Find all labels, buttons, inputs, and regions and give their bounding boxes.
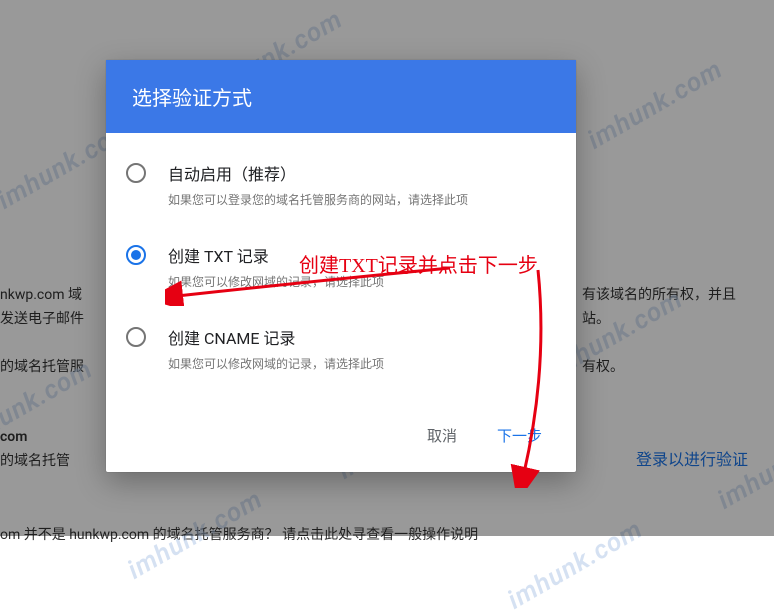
option-txt[interactable]: 创建 TXT 记录 如果您可以修改网域的记录，请选择此项 [126,243,556,291]
option-txt-desc: 如果您可以修改网域的记录，请选择此项 [168,273,556,291]
option-auto-desc: 如果您可以登录您的域名托管服务商的网站，请选择此项 [168,191,556,209]
option-auto[interactable]: 自动启用（推荐） 如果您可以登录您的域名托管服务商的网站，请选择此项 [126,161,556,209]
dialog-title: 选择验证方式 [106,60,576,133]
cancel-button[interactable]: 取消 [417,419,467,452]
option-cname[interactable]: 创建 CNAME 记录 如果您可以修改网域的记录，请选择此项 [126,325,556,373]
next-button[interactable]: 下一步 [487,419,552,452]
option-cname-desc: 如果您可以修改网域的记录，请选择此项 [168,355,556,373]
radio-cname[interactable] [126,327,146,347]
verification-dialog: 选择验证方式 自动启用（推荐） 如果您可以登录您的域名托管服务商的网站，请选择此… [106,60,576,472]
radio-txt[interactable] [126,245,146,265]
option-txt-title: 创建 TXT 记录 [168,243,556,267]
radio-auto[interactable] [126,163,146,183]
option-cname-title: 创建 CNAME 记录 [168,325,556,349]
option-auto-title: 自动启用（推荐） [168,161,556,185]
